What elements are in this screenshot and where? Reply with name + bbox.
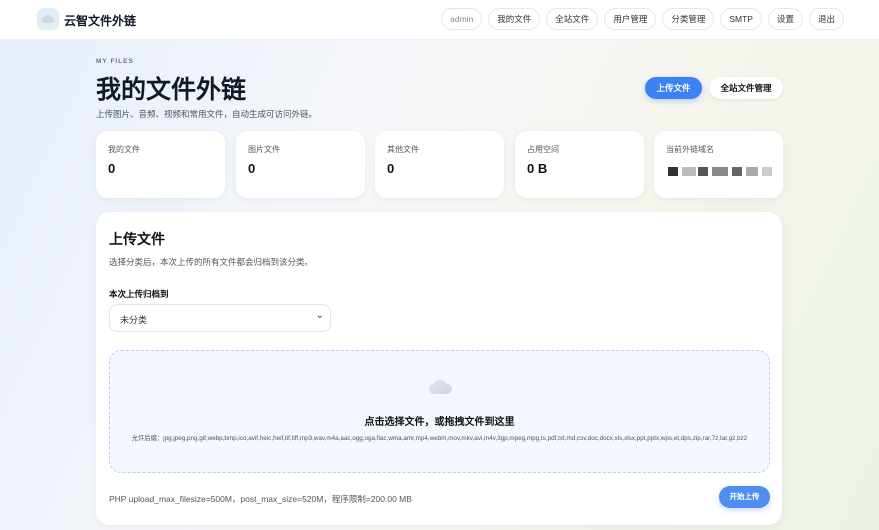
category-select[interactable]: 未分类 ⌄ xyxy=(109,304,331,332)
nav-all-files[interactable]: 全站文件 xyxy=(546,8,599,30)
logo-cloud-icon[interactable] xyxy=(37,8,59,30)
nav-smtp[interactable]: SMTP xyxy=(720,8,762,30)
stat-card-image-files: 图片文件 0 xyxy=(236,131,365,198)
nav-user-management[interactable]: 用户管理 xyxy=(604,8,657,30)
stat-card-other-files: 其他文件 0 xyxy=(375,131,504,198)
allowed-extensions: 允许后缀：jpg,jpeg,png,gif,webp,bmp,ico,avif,… xyxy=(131,435,748,442)
upload-card-title: 上传文件 xyxy=(109,231,165,247)
category-select-label: 本次上传归档到 xyxy=(109,289,169,299)
stat-label: 当前外链域名 xyxy=(666,145,714,154)
category-select-value: 未分类 xyxy=(120,315,148,325)
stat-card-my-files: 我的文件 0 xyxy=(96,131,225,198)
brand-name[interactable]: 云智文件外链 xyxy=(64,12,136,29)
page-subtitle: 上传图片、音频、视频和常用文件，自动生成可访问外链。 xyxy=(96,109,318,119)
nav-my-files[interactable]: 我的文件 xyxy=(488,8,541,30)
drop-zone-title: 点击选择文件，或拖拽文件到这里 xyxy=(364,417,515,428)
cloud-icon xyxy=(428,378,454,400)
nav-category-management[interactable]: 分类管理 xyxy=(662,8,715,30)
stat-value: 0 xyxy=(108,161,116,176)
stat-value: 0 xyxy=(387,161,395,176)
start-upload-button[interactable]: 开始上传 xyxy=(719,486,770,508)
stat-label: 占用空间 xyxy=(527,145,559,154)
nav-settings[interactable]: 设置 xyxy=(767,8,803,30)
upload-limits: PHP upload_max_filesize=500M，post_max_si… xyxy=(109,494,412,504)
nav-logout[interactable]: 退出 xyxy=(808,8,844,30)
all-files-management-button[interactable]: 全站文件管理 xyxy=(709,77,783,99)
nav-links: admin 我的文件 全站文件 用户管理 分类管理 SMTP 设置 退出 xyxy=(441,8,844,30)
top-nav: 云智文件外链 admin 我的文件 全站文件 用户管理 分类管理 SMTP 设置… xyxy=(0,0,879,40)
chevron-down-icon: ⌄ xyxy=(315,310,324,321)
stat-value: 0 xyxy=(248,161,256,176)
redacted-domain-mask xyxy=(668,167,788,176)
upload-card-description: 选择分类后，本次上传的所有文件都会归档到该分类。 xyxy=(109,257,314,267)
file-drop-zone[interactable]: 点击选择文件，或拖拽文件到这里 允许后缀：jpg,jpeg,png,gif,we… xyxy=(109,350,770,473)
stat-card-storage-used: 占用空间 0 B xyxy=(515,131,644,198)
page-eyebrow: MY FILES xyxy=(96,58,134,65)
stat-label: 其他文件 xyxy=(387,145,419,154)
upload-card: 上传文件 选择分类后，本次上传的所有文件都会归档到该分类。 本次上传归档到 未分… xyxy=(96,212,782,525)
nav-user-admin[interactable]: admin xyxy=(441,8,483,30)
stat-card-link-domain: 当前外链域名 xyxy=(654,131,783,198)
stat-label: 我的文件 xyxy=(108,145,140,154)
stat-value: 0 B xyxy=(527,161,548,176)
page-title: 我的文件外链 xyxy=(96,76,247,104)
stat-label: 图片文件 xyxy=(248,145,280,154)
upload-file-button[interactable]: 上传文件 xyxy=(645,77,702,99)
